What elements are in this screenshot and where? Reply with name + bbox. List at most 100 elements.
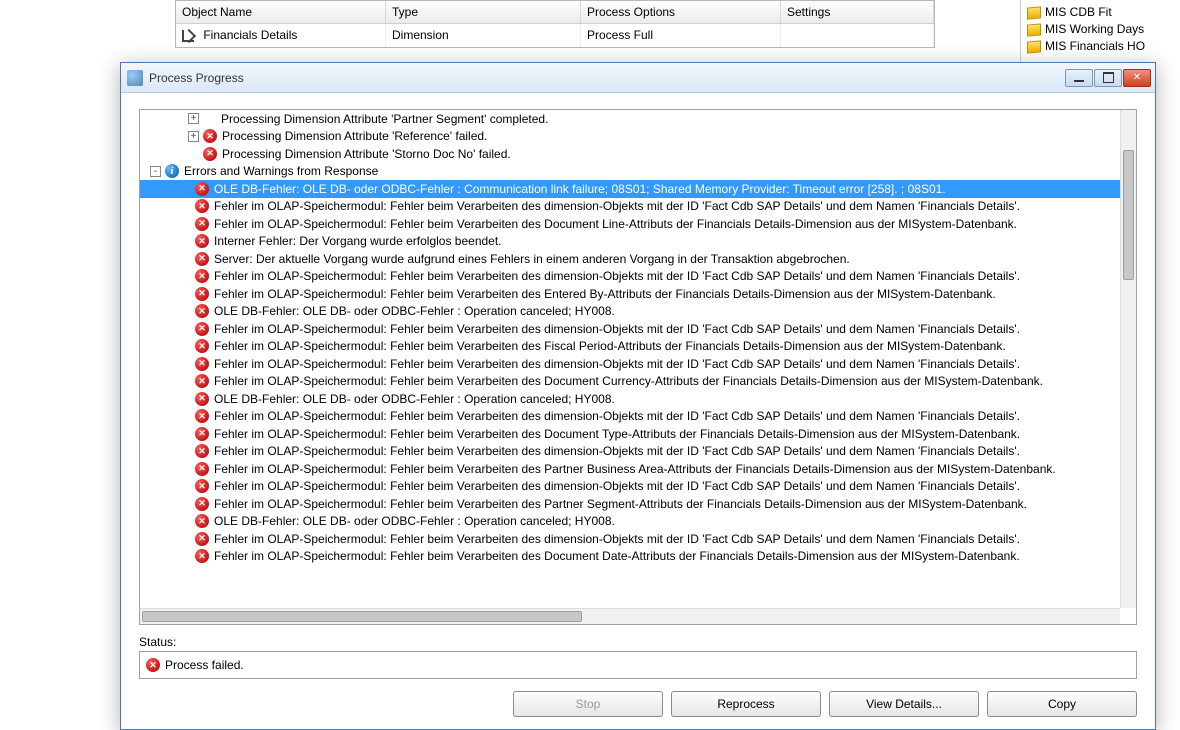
cube-label: MIS CDB Fit — [1045, 5, 1112, 19]
horizontal-scrollbar[interactable] — [140, 608, 1120, 624]
node-text: Errors and Warnings from Response — [184, 164, 378, 178]
cube-icon — [1027, 6, 1041, 19]
error-icon — [195, 287, 209, 301]
node-text: OLE DB-Fehler: OLE DB- oder ODBC-Fehler … — [214, 182, 946, 196]
error-icon — [195, 392, 209, 406]
tree-node[interactable]: OLE DB-Fehler: OLE DB- oder ODBC-Fehler … — [140, 303, 1120, 321]
cube-item[interactable]: MIS CDB Fit — [1021, 4, 1180, 21]
maximize-button[interactable] — [1094, 69, 1122, 87]
expand-icon[interactable]: + — [188, 113, 199, 124]
node-text: Fehler im OLAP-Speichermodul: Fehler bei… — [214, 479, 1020, 493]
col-object-name[interactable]: Object Name — [176, 1, 386, 23]
error-icon — [203, 147, 217, 161]
error-icon — [203, 129, 217, 143]
tree-node[interactable]: Fehler im OLAP-Speichermodul: Fehler bei… — [140, 425, 1120, 443]
table-header: Object Name Type Process Options Setting… — [176, 1, 934, 24]
error-icon — [195, 374, 209, 388]
tree-node[interactable]: Fehler im OLAP-Speichermodul: Fehler bei… — [140, 548, 1120, 566]
error-icon — [195, 322, 209, 336]
tree-node[interactable]: Fehler im OLAP-Speichermodul: Fehler bei… — [140, 285, 1120, 303]
node-text: OLE DB-Fehler: OLE DB- oder ODBC-Fehler … — [214, 304, 615, 318]
node-text: OLE DB-Fehler: OLE DB- oder ODBC-Fehler … — [214, 392, 615, 406]
error-icon — [195, 409, 209, 423]
tree-node[interactable]: Processing Dimension Attribute 'Storno D… — [140, 145, 1120, 163]
tree-node[interactable]: OLE DB-Fehler: OLE DB- oder ODBC-Fehler … — [140, 390, 1120, 408]
collapse-icon[interactable]: - — [150, 166, 161, 177]
tree-node[interactable]: Fehler im OLAP-Speichermodul: Fehler bei… — [140, 320, 1120, 338]
node-text: Fehler im OLAP-Speichermodul: Fehler bei… — [214, 409, 1020, 423]
tree-node[interactable]: Fehler im OLAP-Speichermodul: Fehler bei… — [140, 338, 1120, 356]
tree-node[interactable]: Fehler im OLAP-Speichermodul: Fehler bei… — [140, 443, 1120, 461]
tree-node[interactable]: Fehler im OLAP-Speichermodul: Fehler bei… — [140, 530, 1120, 548]
error-icon — [195, 199, 209, 213]
node-text: Processing Dimension Attribute 'Partner … — [221, 112, 548, 126]
tree-node[interactable]: Fehler im OLAP-Speichermodul: Fehler bei… — [140, 373, 1120, 391]
error-icon — [195, 182, 209, 196]
error-icon — [195, 514, 209, 528]
tree-node[interactable]: + Processing Dimension Attribute 'Partner… — [140, 110, 1120, 128]
error-icon — [195, 532, 209, 546]
error-icon — [195, 479, 209, 493]
tree-node[interactable]: + Processing Dimension Attribute 'Referen… — [140, 128, 1120, 146]
view-details-button[interactable]: View Details... — [829, 691, 979, 717]
node-text: Fehler im OLAP-Speichermodul: Fehler bei… — [214, 217, 1017, 231]
app-icon — [127, 70, 143, 86]
tree-node[interactable]: Fehler im OLAP-Speichermodul: Fehler bei… — [140, 495, 1120, 513]
scrollbar-thumb[interactable] — [1123, 150, 1134, 280]
tree-node[interactable]: Fehler im OLAP-Speichermodul: Fehler bei… — [140, 478, 1120, 496]
cube-item[interactable]: MIS Working Days — [1021, 21, 1180, 38]
tree-node[interactable]: - Errors and Warnings from Response — [140, 163, 1120, 181]
tree-node[interactable]: Fehler im OLAP-Speichermodul: Fehler bei… — [140, 408, 1120, 426]
cube-icon — [1027, 23, 1041, 36]
col-process-options[interactable]: Process Options — [581, 1, 781, 23]
node-text: Fehler im OLAP-Speichermodul: Fehler bei… — [214, 427, 1020, 441]
tree-node[interactable]: Server: Der aktuelle Vorgang wurde aufgr… — [140, 250, 1120, 268]
error-icon — [195, 234, 209, 248]
minimize-button[interactable] — [1065, 69, 1093, 87]
error-icon — [195, 252, 209, 266]
error-icon — [195, 217, 209, 231]
tree-node[interactable]: OLE DB-Fehler: OLE DB- oder ODBC-Fehler … — [140, 513, 1120, 531]
tree-node[interactable]: Fehler im OLAP-Speichermodul: Fehler bei… — [140, 198, 1120, 216]
error-icon — [195, 304, 209, 318]
info-icon — [165, 164, 179, 178]
tree-node[interactable]: Fehler im OLAP-Speichermodul: Fehler bei… — [140, 268, 1120, 286]
titlebar[interactable]: Process Progress ✕ — [121, 63, 1155, 93]
node-text: Fehler im OLAP-Speichermodul: Fehler bei… — [214, 444, 1020, 458]
node-text: Server: Der aktuelle Vorgang wurde aufgr… — [214, 252, 850, 266]
vertical-scrollbar[interactable] — [1120, 110, 1136, 608]
status-text: Process failed. — [165, 658, 244, 672]
progress-tree[interactable]: + Processing Dimension Attribute 'Partner… — [139, 109, 1137, 625]
status-label: Status: — [139, 635, 1137, 649]
node-text: Fehler im OLAP-Speichermodul: Fehler bei… — [214, 269, 1020, 283]
cube-icon — [1027, 40, 1041, 53]
tree-node[interactable]: Fehler im OLAP-Speichermodul: Fehler bei… — [140, 215, 1120, 233]
object-table: Object Name Type Process Options Setting… — [175, 0, 935, 48]
cell-type: Dimension — [386, 24, 581, 47]
close-button[interactable]: ✕ — [1123, 69, 1151, 87]
scrollbar-thumb[interactable] — [142, 611, 582, 622]
node-text: Interner Fehler: Der Vorgang wurde erfol… — [214, 234, 502, 248]
col-settings[interactable]: Settings — [781, 1, 934, 23]
reprocess-button[interactable]: Reprocess — [671, 691, 821, 717]
node-text: Processing Dimension Attribute 'Storno D… — [222, 147, 511, 161]
tree-node[interactable]: OLE DB-Fehler: OLE DB- oder ODBC-Fehler … — [140, 180, 1120, 198]
copy-button[interactable]: Copy — [987, 691, 1137, 717]
node-text: Fehler im OLAP-Speichermodul: Fehler bei… — [214, 199, 1020, 213]
stop-button: Stop — [513, 691, 663, 717]
error-icon — [146, 658, 160, 672]
node-text: Fehler im OLAP-Speichermodul: Fehler bei… — [214, 339, 1006, 353]
table-row[interactable]: Financials Details Dimension Process Ful… — [176, 24, 934, 47]
cell-settings — [781, 24, 934, 47]
process-progress-dialog: Process Progress ✕ + Processing Dimension… — [120, 62, 1156, 730]
tree-node[interactable]: Interner Fehler: Der Vorgang wurde erfol… — [140, 233, 1120, 251]
tree-node[interactable]: Fehler im OLAP-Speichermodul: Fehler bei… — [140, 355, 1120, 373]
cube-item[interactable]: MIS Financials HO — [1021, 38, 1180, 55]
cell-process-options[interactable]: Process Full — [581, 24, 781, 47]
node-text: Processing Dimension Attribute 'Referenc… — [222, 129, 487, 143]
expand-icon[interactable]: + — [188, 131, 199, 142]
tree-node[interactable]: Fehler im OLAP-Speichermodul: Fehler bei… — [140, 460, 1120, 478]
col-type[interactable]: Type — [386, 1, 581, 23]
node-text: Fehler im OLAP-Speichermodul: Fehler bei… — [214, 462, 1056, 476]
error-icon — [195, 269, 209, 283]
